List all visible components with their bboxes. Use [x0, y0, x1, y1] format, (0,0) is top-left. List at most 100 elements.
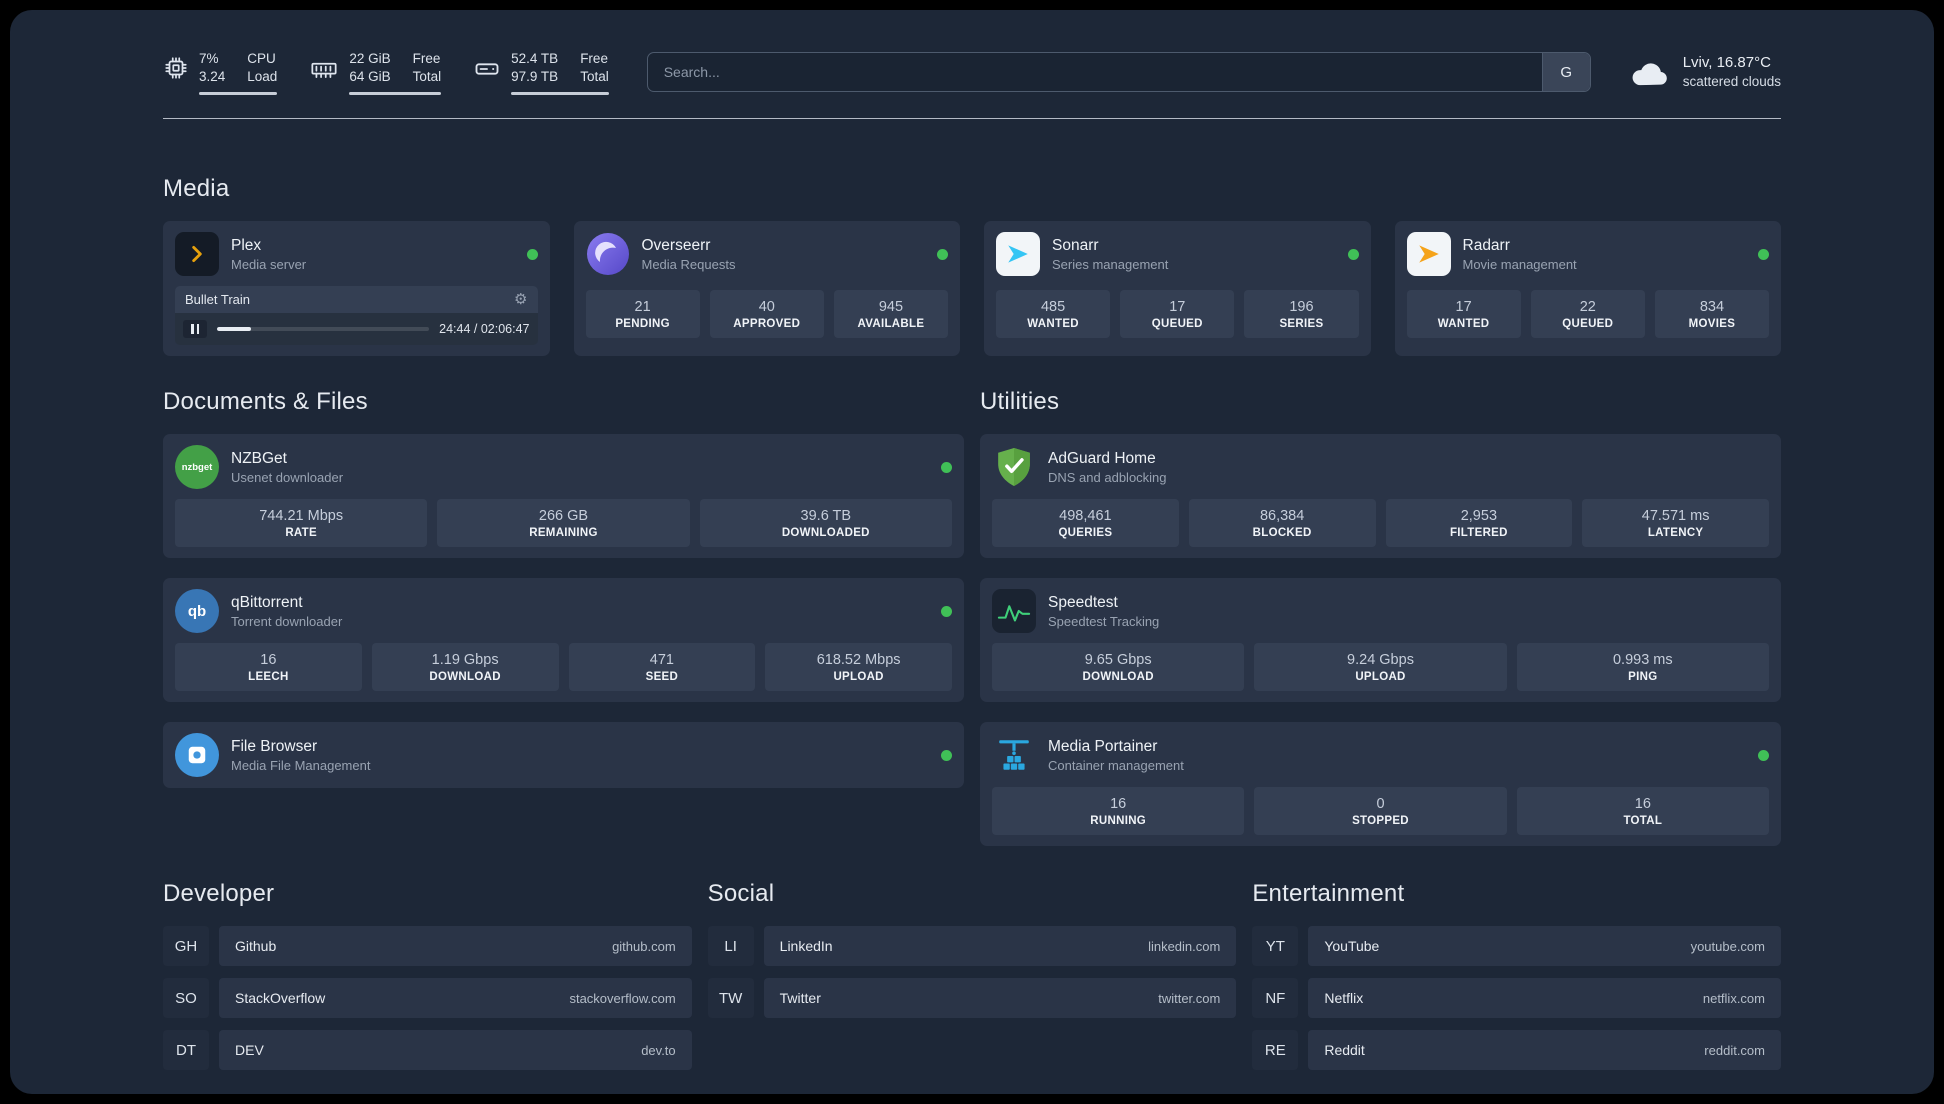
app-card-plex[interactable]: Plex Media server Bullet Train ⚙ 24:44 /… — [163, 221, 550, 356]
bookmark-row: SO StackOverflow stackoverflow.com — [163, 978, 692, 1018]
adguard-shield-icon — [992, 445, 1036, 489]
disk-label-2: Total — [580, 68, 609, 84]
bookmark-link-linkedin[interactable]: LinkedIn linkedin.com — [763, 926, 1237, 966]
app-name: Media Portainer — [1048, 737, 1158, 755]
bookmark-row: NF Netflix netflix.com — [1252, 978, 1781, 1018]
search-bar: G — [646, 52, 1591, 92]
bookmark-row: GH Github github.com — [163, 926, 692, 966]
app-card-overseerr[interactable]: Overseerr Media Requests 21 PENDING 40 APP… — [573, 221, 960, 356]
stat-tile: 2,953 FILTERED — [1385, 499, 1573, 547]
documents-section: Documents & Files nzbget NZBGet Usenet d… — [163, 388, 964, 846]
qbittorrent-icon: qb — [175, 589, 219, 633]
stat-tile: 945 AVAILABLE — [833, 290, 949, 338]
bookmark-link-reddit[interactable]: Reddit reddit.com — [1308, 1030, 1781, 1070]
bookmark-row: YT YouTube youtube.com — [1252, 926, 1781, 966]
app-name: AdGuard Home — [1048, 449, 1156, 467]
ram-icon — [311, 62, 337, 78]
status-dot-online — [941, 461, 952, 473]
disk-widget: 52.4 TB 97.9 TB Free Total — [473, 50, 609, 95]
app-subtitle: Media Requests — [641, 256, 736, 272]
app-card-portainer[interactable]: Media Portainer Container management 16 R… — [980, 722, 1781, 846]
playback-progress-fill — [217, 327, 251, 331]
cpu-usage: 7% — [199, 50, 219, 66]
bookmark-link-youtube[interactable]: YouTube youtube.com — [1308, 926, 1781, 966]
status-dot-online — [1758, 248, 1769, 260]
app-card-nzbget[interactable]: nzbget NZBGet Usenet downloader 744.21 M… — [163, 434, 964, 558]
app-card-speedtest[interactable]: Speedtest Speedtest Tracking 9.65 Gbps DO… — [980, 578, 1781, 702]
plex-icon — [175, 232, 219, 276]
documents-heading: Documents & Files — [163, 388, 368, 415]
stat-tile: 86,384 BLOCKED — [1188, 499, 1376, 547]
disk-icon — [475, 62, 499, 75]
search-engine-button[interactable]: G — [1541, 53, 1590, 91]
app-card-adguard[interactable]: AdGuard Home DNS and adblocking 498,461 Q… — [980, 434, 1781, 558]
developer-heading: Developer — [163, 880, 275, 907]
app-card-qbittorrent[interactable]: qb qBittorrent Torrent downloader 16 LEEC… — [163, 578, 964, 702]
disk-label-1: Free — [580, 50, 608, 66]
stat-tile: 16 LEECH — [175, 643, 362, 691]
radarr-icon — [1406, 232, 1451, 276]
stat-tile: 0.993 ms PING — [1516, 643, 1769, 691]
bookmark-abbr: LI — [707, 926, 754, 966]
app-subtitle: Speedtest Tracking — [1048, 613, 1160, 629]
bookmark-abbr: YT — [1252, 926, 1299, 966]
top-bar: 7% 3.24 CPU Load 22 GiB 64 GiB Free Tota… — [163, 46, 1781, 98]
social-heading: Social — [707, 880, 775, 907]
bookmark-link-stackoverflow[interactable]: StackOverflow stackoverflow.com — [219, 978, 692, 1018]
now-playing-title: Bullet Train — [185, 292, 251, 307]
plex-now-playing: Bullet Train ⚙ 24:44 / 02:06:47 — [175, 286, 538, 345]
stat-tile: 498,461 QUERIES — [992, 499, 1179, 547]
app-card-filebrowser[interactable]: File Browser Media File Management — [163, 722, 964, 788]
cloud-icon — [1632, 63, 1667, 86]
stat-tile: 47.571 ms LATENCY — [1582, 499, 1769, 547]
stat-tile: 0 STOPPED — [1254, 787, 1507, 835]
app-subtitle: Series management — [1052, 256, 1169, 272]
bookmark-abbr: NF — [1252, 978, 1299, 1018]
search-input[interactable] — [647, 64, 1542, 80]
stat-tile: 22 QUEUED — [1530, 290, 1645, 338]
media-section: Media Plex Media server Bullet Train ⚙ 2… — [163, 175, 1781, 356]
app-card-sonarr[interactable]: Sonarr Series management 485 WANTED 17 QUE… — [984, 221, 1371, 356]
bookmark-link-twitter[interactable]: Twitter twitter.com — [763, 978, 1237, 1018]
ram-label-2: Total — [412, 68, 442, 84]
stat-tile: 21 PENDING — [585, 290, 700, 338]
app-name: qBittorrent — [231, 593, 303, 611]
cpu-widget: 7% 3.24 CPU Load — [163, 50, 278, 95]
bookmark-link-github[interactable]: Github github.com — [219, 926, 692, 966]
entertainment-heading: Entertainment — [1252, 880, 1405, 907]
bookmark-link-netflix[interactable]: Netflix netflix.com — [1308, 978, 1781, 1018]
bookmark-row: TW Twitter twitter.com — [707, 978, 1237, 1018]
app-card-radarr[interactable]: Radarr Movie management 17 WANTED 22 QUEUE… — [1394, 221, 1781, 356]
ram-total: 64 GiB — [349, 68, 391, 84]
stat-tile: 618.52 Mbps UPLOAD — [765, 643, 952, 691]
nzbget-icon: nzbget — [175, 445, 219, 489]
status-dot-online — [1347, 248, 1359, 260]
stat-tile: 9.65 Gbps DOWNLOAD — [992, 643, 1245, 691]
playback-time: 24:44 / 02:06:47 — [439, 322, 530, 336]
ram-free: 22 GiB — [349, 50, 391, 66]
status-dot-online — [937, 248, 948, 260]
bookmark-abbr: RE — [1252, 1030, 1299, 1070]
cpu-usage-bar — [199, 91, 278, 95]
weather-widget: Lviv, 16.87°C scattered clouds — [1629, 53, 1781, 91]
bookmark-row: RE Reddit reddit.com — [1252, 1030, 1781, 1070]
stat-tile: 471 SEED — [568, 643, 756, 691]
bookmark-link-dev[interactable]: DEV dev.to — [219, 1030, 692, 1070]
sonarr-icon — [996, 232, 1040, 276]
app-subtitle: Media server — [231, 256, 307, 272]
stat-tile: 196 SERIES — [1244, 290, 1359, 338]
stat-tile: 744.21 Mbps RATE — [175, 499, 428, 547]
app-name: Overseerr — [641, 236, 711, 254]
stat-tile: 17 QUEUED — [1120, 290, 1235, 338]
status-dot-online — [1758, 749, 1769, 761]
ram-usage-bar — [349, 91, 442, 95]
ram-widget: 22 GiB 64 GiB Free Total — [309, 50, 442, 95]
status-dot-online — [941, 605, 952, 617]
pause-button[interactable] — [183, 320, 207, 338]
disk-free: 52.4 TB — [511, 50, 559, 66]
app-name: Speedtest — [1048, 593, 1118, 611]
settings-gear-icon[interactable]: ⚙ — [514, 292, 527, 307]
playback-progress-bar[interactable] — [217, 327, 430, 331]
stat-tile: 9.24 Gbps UPLOAD — [1254, 643, 1507, 691]
cpu-load-avg: 3.24 — [199, 68, 226, 84]
